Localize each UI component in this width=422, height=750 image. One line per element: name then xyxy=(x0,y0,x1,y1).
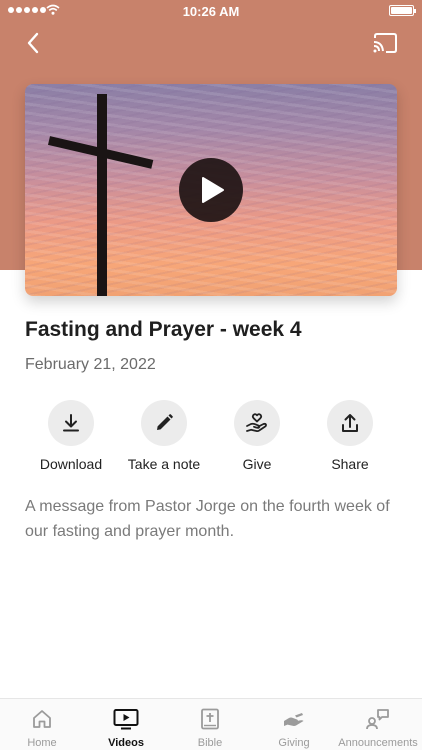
take-note-action[interactable]: Take a note xyxy=(114,400,214,472)
tab-home-label: Home xyxy=(27,737,57,749)
action-row: Download Take a note Give Share xyxy=(0,400,422,480)
video-thumbnail[interactable] xyxy=(25,84,397,296)
sermon-description: A message from Pastor Jorge on the fourt… xyxy=(25,498,390,540)
status-bar: 10:26 AM xyxy=(0,0,422,22)
battery-icon xyxy=(389,5,416,16)
tab-announcements-label: Announcements xyxy=(338,737,418,749)
tab-home[interactable]: Home xyxy=(0,707,84,749)
home-icon xyxy=(33,710,51,728)
download-button[interactable] xyxy=(48,400,94,446)
tab-videos-label: Videos xyxy=(108,737,144,749)
tab-giving-label: Giving xyxy=(278,737,310,749)
take-note-button[interactable] xyxy=(141,400,187,446)
share-icon xyxy=(342,414,358,432)
tab-videos[interactable]: Videos xyxy=(84,707,168,749)
play-icon xyxy=(202,177,224,203)
share-button[interactable] xyxy=(327,400,373,446)
chevron-left-icon xyxy=(27,32,39,54)
tab-bible-label: Bible xyxy=(197,737,223,749)
cast-icon xyxy=(373,33,397,53)
share-action[interactable]: Share xyxy=(300,400,400,472)
video-icon xyxy=(113,709,139,730)
back-button[interactable] xyxy=(22,30,46,56)
play-button[interactable] xyxy=(179,158,243,222)
download-icon xyxy=(63,414,79,432)
giving-icon xyxy=(284,713,304,726)
cross-silhouette xyxy=(97,94,107,296)
give-button[interactable] xyxy=(234,400,280,446)
give-action[interactable]: Give xyxy=(207,400,307,472)
sermon-date: February 21, 2022 xyxy=(25,356,156,373)
tab-giving[interactable]: Giving xyxy=(252,707,336,749)
tab-announcements[interactable]: Announcements xyxy=(336,707,420,749)
hand-heart-icon xyxy=(246,413,267,432)
sermon-title: Fasting and Prayer - week 4 xyxy=(25,318,302,341)
pencil-icon xyxy=(157,414,173,430)
tab-bible[interactable]: Bible xyxy=(168,707,252,749)
bible-icon xyxy=(201,708,219,730)
give-label: Give xyxy=(242,456,272,472)
download-action[interactable]: Download xyxy=(21,400,121,472)
download-label: Download xyxy=(39,456,103,472)
announcements-icon xyxy=(366,709,389,730)
tab-bar: Home Videos Bible Giving Announcements xyxy=(0,698,422,750)
cast-button[interactable] xyxy=(372,32,398,54)
take-note-label: Take a note xyxy=(127,456,201,472)
share-label: Share xyxy=(331,456,369,472)
status-time: 10:26 AM xyxy=(182,4,240,19)
